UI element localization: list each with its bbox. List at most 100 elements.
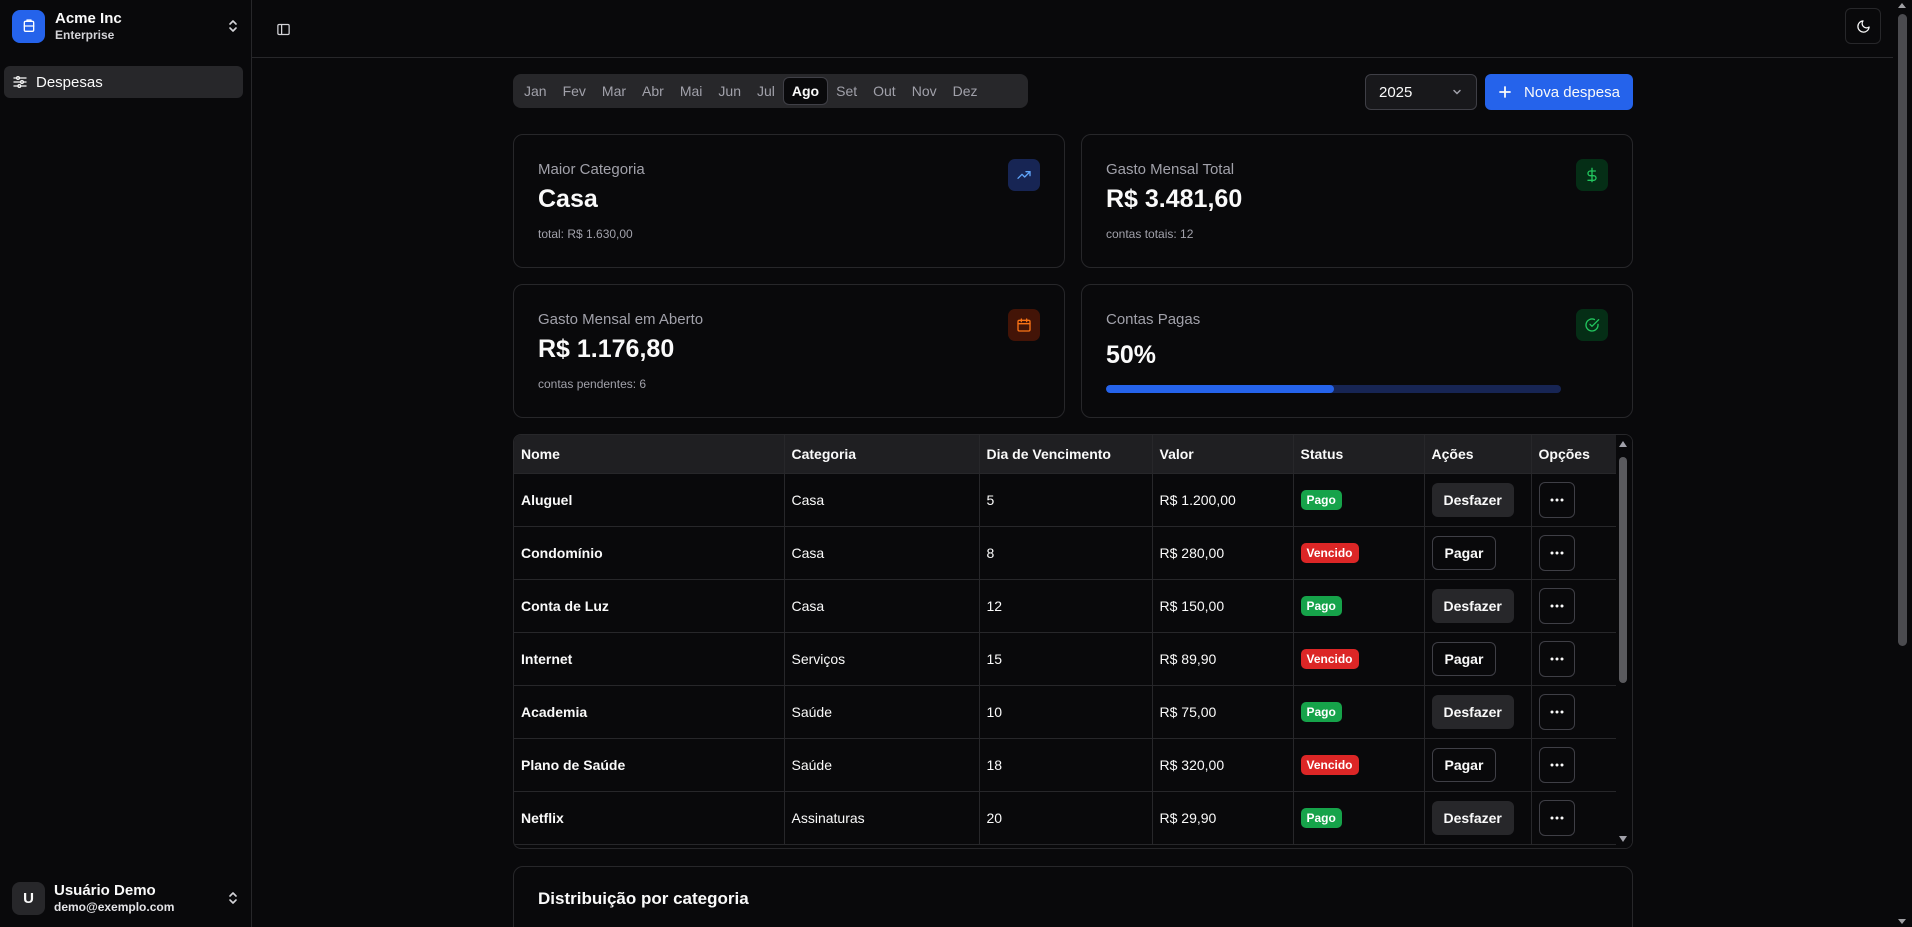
scroll-down-arrow[interactable] — [1619, 836, 1627, 842]
scroll-thumb[interactable] — [1619, 457, 1627, 683]
new-expense-label: Nova despesa — [1524, 83, 1620, 101]
status-badge: Pago — [1300, 489, 1342, 510]
month-tab-dez[interactable]: Dez — [945, 77, 986, 105]
cell-categoria: Saúde — [784, 738, 980, 792]
cell-acoes: Pagar — [1424, 738, 1532, 792]
month-tab-nov[interactable]: Nov — [904, 77, 945, 105]
avatar: U — [12, 881, 45, 915]
month-tab-jan[interactable]: Jan — [516, 77, 555, 105]
cell-acoes: Pagar — [1424, 632, 1532, 686]
status-badge: Pago — [1300, 807, 1342, 828]
sidebar-item-label: Despesas — [36, 73, 103, 91]
month-tab-mai[interactable]: Mai — [672, 77, 711, 105]
team-switcher[interactable]: Acme Inc Enterprise — [6, 6, 246, 46]
cell-valor: R$ 29,90 — [1152, 791, 1294, 845]
desfazer-button[interactable]: Desfazer — [1431, 588, 1514, 623]
moon-icon — [1856, 19, 1870, 33]
chevrons-up-down-icon — [226, 18, 240, 34]
card-label: Contas Pagas — [1106, 311, 1201, 328]
dollar-icon — [1587, 167, 1597, 183]
cell-acoes: Pagar — [1424, 526, 1532, 580]
cell-status: Pago — [1293, 579, 1425, 633]
cell-acoes: Desfazer — [1424, 579, 1532, 633]
year-select[interactable]: 2025 — [1365, 74, 1477, 110]
cell-opcoes — [1531, 632, 1616, 686]
sidebar: Acme Inc Enterprise Despesas U Usuário D… — [0, 0, 252, 927]
user-email: demo@exemplo.com — [54, 899, 175, 914]
team-logo — [12, 9, 45, 43]
table-scrollbar[interactable] — [1616, 435, 1632, 848]
options-button[interactable] — [1538, 534, 1575, 571]
pagar-button[interactable]: Pagar — [1431, 641, 1497, 676]
card-icon-box — [1576, 159, 1608, 191]
desfazer-button[interactable]: Desfazer — [1431, 482, 1514, 517]
cell-categoria: Assinaturas — [784, 791, 980, 845]
card-value: R$ 3.481,60 — [1106, 185, 1243, 213]
ellipsis-icon — [1550, 551, 1563, 554]
options-button[interactable] — [1538, 693, 1575, 730]
cell-nome: Academia — [514, 685, 785, 739]
scroll-up-arrow[interactable] — [1898, 3, 1906, 8]
month-tab-set[interactable]: Set — [828, 77, 865, 105]
ellipsis-icon — [1550, 604, 1563, 607]
month-tab-jun[interactable]: Jun — [710, 77, 749, 105]
calendar-icon — [1017, 318, 1031, 332]
scroll-down-arrow[interactable] — [1898, 919, 1906, 924]
cell-dia: 10 — [979, 685, 1153, 739]
sidebar-toggle-icon — [276, 23, 290, 35]
table-row: Condomínio Casa 8 R$ 280,00 Vencido Pagar — [514, 526, 1616, 580]
scroll-up-arrow[interactable] — [1619, 441, 1627, 447]
month-tab-out[interactable]: Out — [865, 77, 904, 105]
cell-valor: R$ 150,00 — [1152, 579, 1294, 633]
paid-progress-fill — [1106, 385, 1334, 393]
month-tab-fev[interactable]: Fev — [555, 77, 594, 105]
card-gasto-aberto: Gasto Mensal em Aberto R$ 1.176,80 conta… — [513, 284, 1065, 418]
month-tab-ago[interactable]: Ago — [782, 77, 829, 105]
options-button[interactable] — [1538, 799, 1575, 836]
options-button[interactable] — [1538, 640, 1575, 677]
column-header: Ações — [1424, 435, 1532, 474]
scroll-thumb[interactable] — [1898, 14, 1907, 646]
user-name: Usuário Demo — [54, 881, 156, 899]
sidebar-item-despesas[interactable]: Despesas — [4, 66, 243, 98]
month-tab-jul[interactable]: Jul — [749, 77, 783, 105]
pagar-button[interactable]: Pagar — [1431, 747, 1497, 782]
table-row: Internet Serviços 15 R$ 89,90 Vencido Pagar — [514, 632, 1616, 686]
options-button[interactable] — [1538, 481, 1575, 518]
cell-valor: R$ 280,00 — [1152, 526, 1294, 580]
user-menu[interactable]: U Usuário Demo demo@exemplo.com — [6, 875, 246, 921]
window-scrollbar[interactable] — [1893, 0, 1912, 927]
distribution-card: Distribuição por categoria — [513, 866, 1633, 927]
distribution-title: Distribuição por categoria — [538, 889, 749, 908]
month-tab-abr[interactable]: Abr — [634, 77, 672, 105]
check-circle-icon — [1585, 318, 1600, 332]
cell-opcoes — [1531, 579, 1616, 633]
cell-nome: Internet — [514, 632, 785, 686]
card-sub: total: R$ 1.630,00 — [538, 227, 633, 241]
options-button[interactable] — [1538, 746, 1575, 783]
layers-icon — [23, 19, 34, 32]
ellipsis-icon — [1550, 763, 1563, 766]
month-tab-mar[interactable]: Mar — [594, 77, 634, 105]
cell-nome: Aluguel — [514, 473, 785, 527]
cell-dia: 18 — [979, 738, 1153, 792]
table-row: Academia Saúde 10 R$ 75,00 Pago Desfazer — [514, 685, 1616, 739]
cell-status: Pago — [1293, 473, 1425, 527]
app: Acme Inc Enterprise Despesas U Usuário D… — [0, 0, 1912, 927]
theme-toggle-button[interactable] — [1845, 8, 1881, 44]
sidebar-toggle-button[interactable] — [268, 14, 298, 44]
pagar-button[interactable]: Pagar — [1431, 535, 1497, 570]
topbar — [252, 0, 1893, 58]
desfazer-button[interactable]: Desfazer — [1431, 800, 1514, 835]
options-button[interactable] — [1538, 587, 1575, 624]
cell-status: Pago — [1293, 791, 1425, 845]
new-expense-button[interactable]: Nova despesa — [1485, 74, 1633, 110]
cell-categoria: Saúde — [784, 685, 980, 739]
card-value: Casa — [538, 185, 598, 213]
cell-status: Pago — [1293, 685, 1425, 739]
cell-valor: R$ 1.200,00 — [1152, 473, 1294, 527]
ellipsis-icon — [1550, 657, 1563, 660]
column-header: Dia de Vencimento — [979, 435, 1153, 474]
status-badge: Pago — [1300, 701, 1342, 722]
desfazer-button[interactable]: Desfazer — [1431, 694, 1514, 729]
